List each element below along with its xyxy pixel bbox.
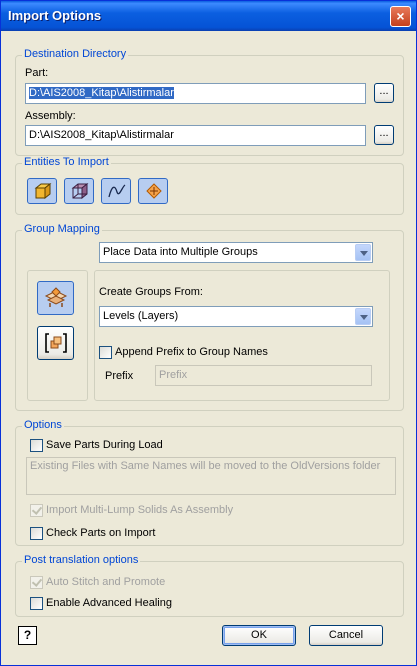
append-prefix-label[interactable]: Append Prefix to Group Names [115,346,268,358]
chevron-down-icon[interactable] [355,308,371,325]
destination-directory-legend: Destination Directory [22,48,129,60]
append-prefix-checkbox[interactable] [99,346,112,359]
group-by-levels-button[interactable] [37,281,74,315]
close-button[interactable]: × [390,6,411,27]
group-mapping-mode-value: Place Data into Multiple Groups [103,246,258,258]
group-mapping-mode-select[interactable]: Place Data into Multiple Groups [99,242,373,263]
advanced-healing-label[interactable]: Enable Advanced Healing [46,597,172,609]
layers-icon [44,287,68,307]
import-solids-button[interactable] [27,178,57,204]
group-by-assembly-button[interactable] [37,326,74,360]
assembly-path-input[interactable]: D:\AIS2008_Kitap\Alistirmalar [25,125,366,146]
create-groups-value: Levels (Layers) [103,310,179,322]
post-translation-legend: Post translation options [22,554,141,566]
create-groups-select[interactable]: Levels (Layers) [99,306,373,327]
prefix-label: Prefix [105,370,134,382]
save-parts-checkbox[interactable] [30,439,43,452]
prefix-input[interactable]: Prefix [155,365,372,386]
import-options-dialog: Import Options × Destination Directory P… [0,0,417,666]
import-curves-button[interactable] [101,178,131,204]
save-parts-note: Existing Files with Same Names will be m… [26,457,396,495]
title-bar[interactable]: Import Options × [1,1,416,31]
solid-icon [34,182,52,200]
multi-lump-label: Import Multi-Lump Solids As Assembly [46,504,234,516]
multi-lump-checkbox[interactable] [30,504,43,517]
assembly-label: Assembly: [25,110,76,122]
check-parts-label[interactable]: Check Parts on Import [46,527,155,539]
part-browse-button[interactable]: ... [374,83,394,103]
advanced-healing-checkbox[interactable] [30,597,43,610]
part-label: Part: [25,67,49,79]
help-button[interactable]: ? [18,626,37,645]
surface-icon [71,182,89,200]
options-legend: Options [22,419,64,431]
auto-stitch-checkbox[interactable] [30,576,43,589]
auto-stitch-label: Auto Stitch and Promote [46,576,166,588]
entities-to-import-legend: Entities To Import [22,156,111,168]
curve-icon [108,184,126,198]
group-bracket-icon [45,333,67,353]
import-points-button[interactable] [138,178,168,204]
check-parts-checkbox[interactable] [30,527,43,540]
chevron-down-icon[interactable] [355,244,371,261]
assembly-browse-button[interactable]: ... [374,125,394,145]
window-title: Import Options [8,8,102,23]
create-groups-label: Create Groups From: [99,286,203,298]
import-surfaces-button[interactable] [64,178,94,204]
part-path-input[interactable]: D:\AIS2008_Kitap\Alistirmalar [25,83,366,104]
point-icon [146,183,162,199]
save-parts-label[interactable]: Save Parts During Load [46,439,163,451]
group-mapping-legend: Group Mapping [22,223,102,235]
cancel-button[interactable]: Cancel [309,625,383,646]
ok-button[interactable]: OK [222,625,296,646]
